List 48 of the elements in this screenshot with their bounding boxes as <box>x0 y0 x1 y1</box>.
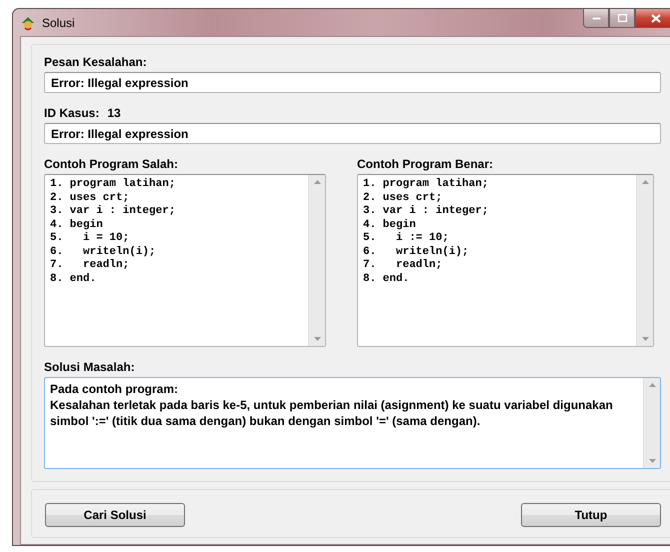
code-box[interactable]: 1. program latihan; 2. uses crt; 3. var i : integer; 4. begin 5. i := 10; 6. writeln(i); 7. readln; 8. end. <box>357 174 654 347</box>
code-line: 1. program latihan; <box>363 178 490 192</box>
code-line: 3. var i : integer; <box>50 205 176 218</box>
scrollbar[interactable] <box>636 175 653 346</box>
code-line: 3. var i : integer; <box>363 205 490 218</box>
scrollbar[interactable] <box>308 175 325 346</box>
scroll-down-icon[interactable] <box>642 337 648 341</box>
code-line: 5. i := 10; <box>363 232 450 246</box>
program-label: Contoh Program Benar: <box>357 157 494 172</box>
case-id-label: ID Kasus: <box>44 106 100 121</box>
close-dialog-button[interactable]: Tutup <box>521 503 661 527</box>
solution-text: Pada contoh program: <box>50 381 180 397</box>
close-button[interactable] <box>635 9 670 28</box>
code-line: 4. begin <box>50 218 104 232</box>
close-icon <box>651 14 661 22</box>
solution-text: Kesalahan terletak pada baris ke-5, untuk pemberian nilai (asignment) ke suatu variabel digunakan simbol ':=' (titik dua sama dengan) bukan dengan simbol '=' (sama dengan). <box>50 397 614 429</box>
scrollbar[interactable] <box>643 378 660 468</box>
error-message-label: Pesan Kesalahan: <box>44 55 148 70</box>
case-field[interactable]: Error: Illegal expression <box>44 123 661 144</box>
minimize-button[interactable] <box>583 9 609 28</box>
code-line: 5. i = 10; <box>50 232 130 246</box>
maximize-icon <box>618 14 626 22</box>
code-line: 6. writeln(i); <box>50 246 157 259</box>
error-message-field[interactable]: Error: Illegal expression <box>44 72 661 93</box>
case-id-value: 13 <box>107 106 121 121</box>
search-solution-button[interactable]: Cari Solusi <box>45 503 185 527</box>
minimize-icon <box>592 16 600 20</box>
scroll-down-icon[interactable] <box>314 337 320 341</box>
scroll-down-icon[interactable] <box>648 459 656 463</box>
code-line: 7. readln; <box>50 259 130 272</box>
code-line: 7. readln; <box>363 259 444 272</box>
code-line: 8. end. <box>363 272 410 286</box>
code-line: 1. program latihan; <box>50 178 176 192</box>
code-box[interactable]: 1. program latihan; 2. uses crt; 3. var i : integer; 4. begin 5. i = 10; 6. writeln(i); 7. readln; 8. end. <box>44 174 326 347</box>
code-line: 2. uses crt; <box>363 192 444 205</box>
app-icon <box>20 14 36 30</box>
solution-label: Solusi Masalah: <box>44 360 136 375</box>
program-label: Contoh Program Salah: <box>44 157 180 172</box>
window-title: Solusi <box>42 16 76 30</box>
scroll-up-icon[interactable] <box>642 180 648 184</box>
scroll-up-icon[interactable] <box>314 180 320 184</box>
code-line: 8. end. <box>50 272 98 286</box>
code-line: 6. writeln(i); <box>363 246 470 259</box>
code-line: 2. uses crt; <box>50 192 130 205</box>
solution-box[interactable]: Pada contoh program: Kesalahan terletak pada baris ke-5, untuk pemberian nilai (asignment) ke suatu variabel digunakan simbol ':=' (titik dua sama dengan) bukan dengan simbol '=' (sama dengan). <box>44 377 661 469</box>
code-line: 4. begin <box>363 218 417 232</box>
scroll-up-icon[interactable] <box>648 383 656 387</box>
maximize-button[interactable] <box>609 9 635 28</box>
